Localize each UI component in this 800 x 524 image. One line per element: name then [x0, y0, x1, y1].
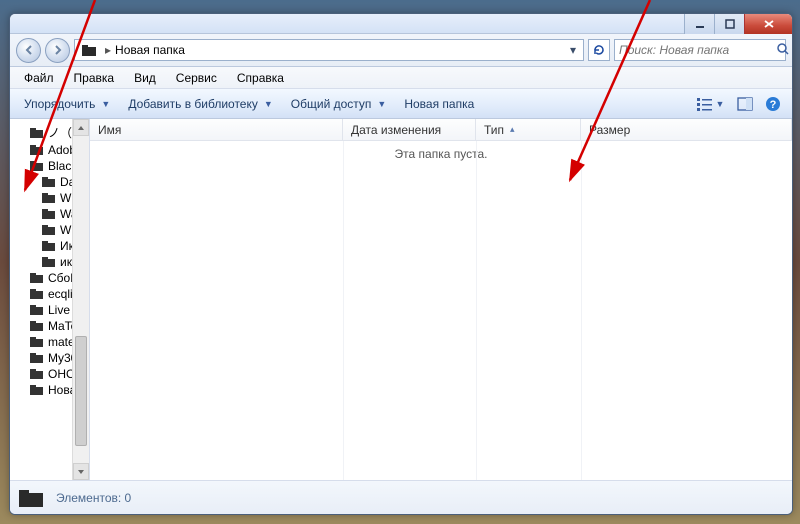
close-button[interactable]	[744, 14, 792, 34]
list-pane: Имя Дата изменения Тип ▴ Размер Эта папка…	[90, 119, 792, 480]
sidebar-scrollbar[interactable]	[72, 119, 89, 480]
breadcrumb-separator-icon: ▸	[105, 43, 111, 57]
arrow-right-icon	[51, 43, 65, 57]
new-folder-button[interactable]: Новая папка	[396, 94, 482, 114]
folder-icon	[30, 320, 44, 332]
folder-icon	[30, 272, 44, 284]
status-items-count: Элементов: 0	[56, 491, 131, 505]
svg-text:?: ?	[770, 99, 777, 111]
folder-icon	[30, 288, 44, 300]
scroll-up-button[interactable]	[73, 119, 89, 136]
col-date-label: Дата изменения	[351, 123, 441, 137]
folder-icon	[81, 43, 97, 57]
add-library-label: Добавить в библиотеку	[128, 97, 258, 111]
chevron-down-icon: ▼	[264, 99, 273, 109]
add-library-button[interactable]: Добавить в библиотеку ▼	[120, 94, 280, 114]
folder-icon	[30, 384, 44, 396]
refresh-icon	[592, 43, 606, 57]
explorer-body: ノ（°AdobBlackDatW7WaWinИкоиксСбоРecqlipLi…	[10, 119, 792, 480]
empty-folder-text: Эта папка пуста.	[395, 147, 488, 161]
folder-icon	[30, 160, 44, 172]
organize-button[interactable]: Упорядочить ▼	[16, 94, 118, 114]
share-label: Общий доступ	[291, 97, 372, 111]
maximize-icon	[724, 18, 736, 30]
col-size[interactable]: Размер	[581, 119, 792, 140]
status-bar: Элементов: 0	[10, 480, 792, 514]
folder-icon	[42, 176, 56, 188]
help-icon: ?	[765, 96, 781, 112]
chevron-down-icon: ▼	[377, 99, 386, 109]
share-button[interactable]: Общий доступ ▼	[283, 94, 395, 114]
breadcrumb-current[interactable]: Новая папка	[115, 43, 565, 57]
preview-pane-icon	[737, 97, 753, 111]
new-folder-label: Новая папка	[404, 97, 474, 111]
close-icon	[762, 18, 776, 30]
folder-icon	[42, 208, 56, 220]
search-box[interactable]	[614, 39, 786, 61]
folder-icon	[30, 304, 44, 316]
view-mode-button[interactable]: ▼	[690, 93, 730, 115]
view-list-icon	[696, 97, 714, 111]
folder-icon	[42, 256, 56, 268]
col-size-label: Размер	[589, 123, 630, 137]
sort-asc-icon: ▴	[510, 124, 515, 135]
folder-icon	[42, 192, 56, 204]
scroll-track[interactable]	[73, 136, 89, 463]
folder-icon	[30, 144, 44, 156]
folder-icon	[30, 336, 44, 348]
window-controls	[684, 14, 792, 33]
maximize-button[interactable]	[714, 14, 744, 34]
triangle-up-icon	[77, 124, 85, 132]
search-input[interactable]	[619, 43, 776, 57]
menu-service[interactable]: Сервис	[168, 69, 225, 87]
col-name-label: Имя	[98, 123, 121, 137]
organize-label: Упорядочить	[24, 97, 95, 111]
col-type-label: Тип	[484, 123, 504, 137]
minimize-icon	[694, 18, 706, 30]
search-icon	[776, 42, 790, 59]
help-button[interactable]: ?	[760, 93, 786, 115]
triangle-down-icon	[77, 468, 85, 476]
nav-back-button[interactable]	[16, 38, 41, 63]
folder-icon	[30, 368, 44, 380]
column-headers: Имя Дата изменения Тип ▴ Размер	[90, 119, 792, 141]
folder-icon	[42, 224, 56, 236]
menu-edit[interactable]: Правка	[66, 69, 123, 87]
address-dropdown-button[interactable]: ▾	[565, 43, 581, 57]
toolbar: Упорядочить ▼ Добавить в библиотеку ▼ Общи…	[10, 89, 792, 119]
menu-help[interactable]: Справка	[229, 69, 292, 87]
sidebar-item-label: mate	[48, 335, 75, 349]
explorer-window: ▸ Новая папка ▾ Файл Правка Вид Сервис С…	[9, 13, 793, 515]
scroll-down-button[interactable]	[73, 463, 89, 480]
folder-icon	[18, 487, 46, 509]
chevron-down-icon: ▼	[716, 99, 725, 109]
folder-icon	[42, 240, 56, 252]
scroll-thumb[interactable]	[75, 336, 87, 446]
folder-icon	[30, 127, 44, 139]
list-content[interactable]: Эта папка пуста.	[90, 141, 792, 480]
sidebar: ノ（°AdobBlackDatW7WaWinИкоиксСбоРecqlipLi…	[10, 119, 90, 480]
sidebar-item-label: Live	[48, 303, 70, 317]
folder-icon	[30, 352, 44, 364]
chevron-down-icon: ▼	[101, 99, 110, 109]
minimize-button[interactable]	[684, 14, 714, 34]
menu-file[interactable]: Файл	[16, 69, 62, 87]
titlebar	[10, 14, 792, 34]
arrow-left-icon	[22, 43, 36, 57]
col-type[interactable]: Тип ▴	[476, 119, 581, 140]
col-name[interactable]: Имя	[90, 119, 343, 140]
col-date[interactable]: Дата изменения	[343, 119, 476, 140]
refresh-button[interactable]	[588, 39, 610, 61]
address-row: ▸ Новая папка ▾	[10, 34, 792, 67]
address-bar[interactable]: ▸ Новая папка ▾	[74, 39, 584, 61]
menu-view[interactable]: Вид	[126, 69, 164, 87]
preview-pane-button[interactable]	[732, 93, 758, 115]
menu-bar: Файл Правка Вид Сервис Справка	[10, 67, 792, 89]
nav-forward-button[interactable]	[45, 38, 70, 63]
